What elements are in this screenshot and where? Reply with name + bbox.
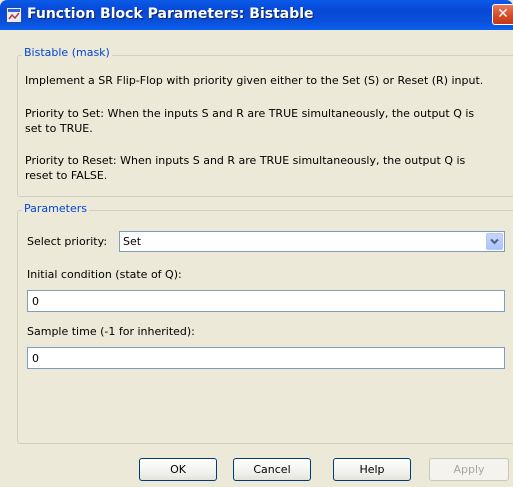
sample-time-input[interactable]: 0 xyxy=(27,347,505,369)
select-priority-label: Select priority: xyxy=(27,235,108,248)
window-title: Function Block Parameters: Bistable xyxy=(27,6,314,22)
sample-time-label: Sample time (-1 for inherited): xyxy=(27,325,195,338)
simulink-app-icon xyxy=(6,7,22,23)
cancel-button[interactable]: Cancel xyxy=(233,458,311,481)
title-bar[interactable]: Function Block Parameters: Bistable ✕ xyxy=(0,0,513,30)
initial-condition-label: Initial condition (state of Q): xyxy=(27,268,182,281)
apply-button[interactable]: Apply xyxy=(429,458,509,481)
dialog-window: Function Block Parameters: Bistable ✕ Bi… xyxy=(0,0,513,487)
help-button[interactable]: Help xyxy=(333,458,411,481)
mask-description-1: Implement a SR Flip-Flop with priority g… xyxy=(25,74,484,87)
mask-description-2: Priority to Set: When the inputs S and R… xyxy=(25,107,475,135)
priority-select-value: Set xyxy=(123,235,142,248)
close-button[interactable]: ✕ xyxy=(492,4,513,25)
parameters-legend: Parameters xyxy=(22,202,89,215)
close-icon: ✕ xyxy=(497,6,509,22)
priority-select[interactable]: Set xyxy=(119,231,505,252)
initial-condition-input[interactable]: 0 xyxy=(27,290,505,312)
chevron-down-icon xyxy=(490,238,499,245)
mask-group-legend: Bistable (mask) xyxy=(22,46,112,59)
ok-button[interactable]: OK xyxy=(139,458,217,481)
priority-dropdown-button[interactable] xyxy=(486,233,503,250)
mask-description-3: Priority to Reset: When inputs S and R a… xyxy=(25,154,466,182)
